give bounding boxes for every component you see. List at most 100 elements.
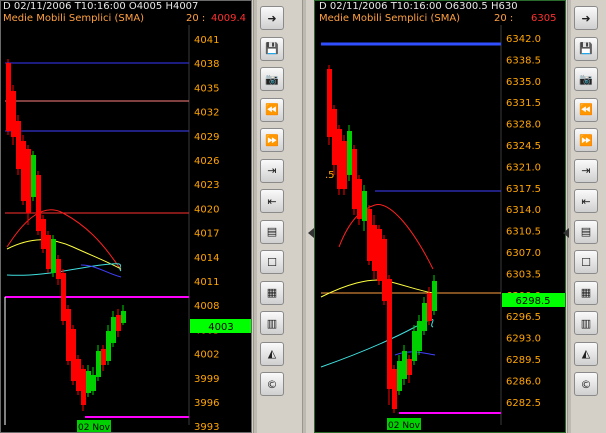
candle-body	[427, 293, 432, 321]
right-splitter[interactable]	[567, 0, 571, 433]
color-palette-button[interactable]: ◭	[260, 341, 284, 366]
candle-body	[377, 229, 382, 281]
y-tick-label: 4014	[194, 253, 219, 264]
candle-body	[327, 69, 332, 137]
right-open-label: O6300.5	[444, 1, 488, 12]
expand-horizontal-button[interactable]: ⇤	[260, 189, 284, 213]
y-tick-label: 6338.5	[506, 55, 541, 66]
candle-body	[412, 331, 417, 361]
right-date-label: D 02/11/2006	[319, 1, 388, 12]
copyright-button[interactable]: ©	[574, 372, 598, 396]
right-chart-panel[interactable]: D 02/11/2006 T10:16:00 O6300.5 H630 Medi…	[314, 0, 566, 433]
camera-button[interactable]: 📷	[260, 67, 284, 91]
forward-arrow-button[interactable]: ➜	[574, 6, 598, 30]
color-palette-icon: ◭	[581, 347, 591, 360]
y-tick-label: 4041	[194, 35, 219, 46]
y-tick-label: 4029	[194, 132, 219, 143]
candle-body	[402, 351, 407, 379]
rewind-icon: ⏪	[265, 103, 279, 116]
collapse-horizontal-button[interactable]: ⇥	[574, 158, 598, 183]
left-study-period: 20 :	[186, 13, 206, 24]
indicator-button[interactable]: ▤	[574, 219, 598, 244]
candle-body	[357, 179, 362, 219]
left-y-axis: 4041 4038 4035 4032 4029 4026 4023 4020 4017 4014…	[194, 35, 219, 432]
right-chart-plot[interactable]: .5 6342.06338.56335.06331.56328.06324.56…	[315, 25, 565, 433]
rewind-button[interactable]: ⏪	[260, 97, 284, 122]
collapse-right-arrow-icon[interactable]	[563, 228, 569, 238]
grid-layout-button[interactable]: ▦	[574, 280, 598, 305]
camera-button[interactable]: 📷	[574, 67, 598, 91]
grid-layout-button[interactable]: ▦	[260, 280, 284, 305]
candle-body	[367, 209, 372, 261]
candle-body	[372, 225, 377, 271]
copyright-icon: ©	[266, 377, 278, 391]
camera-icon: 📷	[265, 72, 279, 86]
fast-forward-icon: ⏩	[579, 133, 593, 147]
copyright-icon: ©	[580, 377, 592, 391]
left-chart-plot[interactable]: 4041 4038 4035 4032 4029 4026 4023 4020 4017 4014…	[1, 25, 251, 433]
forward-arrow-button[interactable]: ➜	[260, 6, 284, 30]
candle-body	[31, 155, 36, 197]
candle-body	[116, 315, 121, 331]
left-high-label: H4007	[165, 1, 199, 12]
collapse-horizontal-button[interactable]: ⇥	[260, 158, 284, 183]
y-tick-label: 4026	[194, 156, 219, 167]
y-tick-label: 6296.5	[506, 312, 541, 323]
candle-body	[111, 317, 116, 343]
candle-body	[121, 311, 126, 323]
candle-body	[41, 219, 46, 249]
expand-horizontal-button[interactable]: ⇤	[574, 189, 598, 213]
candle-body	[342, 141, 347, 189]
save-disk-button[interactable]: 💾	[260, 36, 284, 61]
candle-body	[392, 369, 397, 409]
candle-body	[46, 235, 51, 269]
rewind-icon: ⏪	[579, 103, 593, 116]
candle-body	[6, 63, 11, 131]
y-tick-label: 4017	[194, 229, 219, 240]
color-palette-button[interactable]: ◭	[574, 341, 598, 366]
y-tick-label: 6293.0	[506, 334, 541, 345]
left-chart-panel[interactable]: D 02/11/2006 T10:16:00 O4005 H4007 Medie…	[0, 0, 252, 433]
fast-forward-button[interactable]: ⏩	[574, 128, 598, 152]
right-chart-header-quote: D 02/11/2006 T10:16:00 O6300.5 H630	[319, 1, 518, 13]
fast-forward-button[interactable]: ⏩	[260, 128, 284, 152]
save-disk-icon: 💾	[265, 42, 279, 55]
y-tick-label: 4038	[194, 59, 219, 70]
y-tick-label: 4002	[194, 350, 219, 361]
left-time-label: T10:16:00	[74, 1, 126, 12]
y-tick-label: 6317.5	[506, 184, 541, 195]
save-disk-button[interactable]: 💾	[574, 36, 598, 61]
expand-horizontal-icon: ⇤	[267, 194, 277, 208]
y-tick-label: 6331.5	[506, 98, 541, 109]
notes-icon: ▥	[580, 316, 592, 330]
rewind-button[interactable]: ⏪	[574, 97, 598, 122]
y-tick-label: 6303.5	[506, 269, 541, 280]
indicator-button[interactable]: ▤	[260, 219, 284, 244]
candle-body	[51, 239, 56, 273]
blank-chart-button[interactable]: ☐	[260, 250, 284, 274]
notes-icon: ▥	[266, 316, 278, 330]
collapse-horizontal-icon: ⇥	[581, 164, 591, 177]
notes-button[interactable]: ▥	[574, 311, 598, 335]
grid-layout-icon: ▦	[266, 286, 278, 299]
notes-button[interactable]: ▥	[260, 311, 284, 335]
candle-body	[21, 141, 26, 201]
y-tick-label: 6310.5	[506, 227, 541, 238]
candle-body	[11, 91, 16, 137]
right-candles	[327, 65, 437, 413]
right-high-label: H630	[490, 1, 518, 12]
candle-body	[387, 279, 392, 389]
y-tick-label: 4020	[194, 204, 219, 215]
candle-body	[106, 331, 111, 361]
right-price-tag: 6298.5	[516, 296, 551, 307]
left-splitter[interactable]	[253, 0, 257, 433]
blank-chart-button[interactable]: ☐	[574, 250, 598, 274]
copyright-button[interactable]: ©	[260, 372, 284, 396]
candle-body	[397, 361, 402, 391]
candle-body	[332, 109, 337, 165]
middle-splitter[interactable]	[302, 0, 306, 433]
y-tick-label: 4032	[194, 108, 219, 119]
collapse-horizontal-icon: ⇥	[267, 164, 277, 177]
right-study-period: 20 :	[494, 13, 514, 24]
candle-body	[71, 329, 76, 381]
